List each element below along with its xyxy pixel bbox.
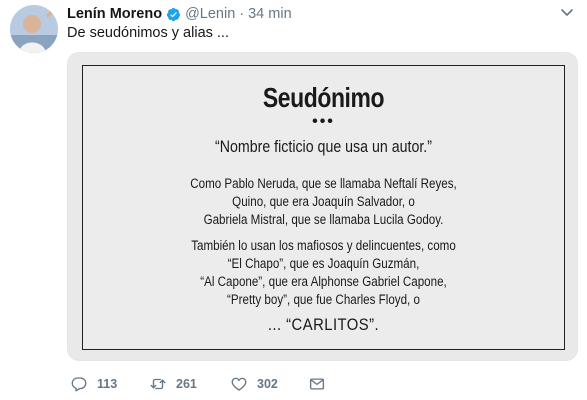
retweet-icon — [150, 378, 166, 390]
retweet-count: 261 — [176, 377, 197, 391]
avatar-photo — [10, 5, 58, 53]
tweet-image[interactable]: Seudónimo ••• “Nombre ficticio que usa u… — [67, 52, 578, 361]
tweet-text: De seudónimos y alias ... — [67, 25, 229, 41]
retweet-button[interactable]: 261 — [149, 375, 230, 393]
card-paragraph-1: Como Pablo Neruda, que se llamaba Neftal… — [117, 175, 531, 229]
tweet-header: Lenín Moreno @Lenin · 34 min — [67, 4, 577, 24]
card-paragraph-2-line: “Pretty boy”, que fue Charles Floyd, o — [227, 292, 420, 307]
like-count: 302 — [257, 377, 278, 391]
card-paragraph-2-line: “El Chapo”, que es Joaquín Guzmán, — [227, 256, 420, 271]
card-title: Seudónimo — [262, 82, 385, 113]
envelope-icon — [309, 378, 325, 390]
card-paragraph-1-line: Gabriela Mistral, que se llamaba Lucila … — [203, 212, 444, 227]
avatar[interactable] — [10, 5, 58, 53]
card-paragraph-2-line: También lo usan los mafiosos y delincuen… — [191, 238, 456, 253]
card-final-line: ... “CARLITOS”. — [267, 316, 380, 334]
direct-message-button[interactable] — [308, 375, 326, 393]
card-paragraph-1-line: Quino, que era Joaquín Salvador, o — [232, 194, 415, 209]
chevron-down-icon[interactable] — [559, 4, 575, 20]
tweet-timestamp[interactable]: 34 min — [248, 6, 292, 22]
heart-icon — [231, 377, 247, 391]
reply-count: 113 — [97, 377, 118, 391]
tweet-actions: 113 261 302 — [70, 374, 326, 394]
image-card: Seudónimo ••• “Nombre ficticio que usa u… — [82, 65, 565, 350]
card-paragraph-2-line: “Al Capone”, que era Alphonse Gabriel Ca… — [200, 274, 447, 289]
like-button[interactable]: 302 — [230, 375, 308, 393]
card-paragraph-1-line: Como Pablo Neruda, que se llamaba Neftal… — [190, 176, 457, 191]
separator-dot: · — [239, 6, 245, 22]
card-paragraph-2: También lo usan los mafiosos y delincuen… — [117, 237, 531, 309]
reply-icon — [71, 377, 87, 392]
author-name[interactable]: Lenín Moreno — [67, 6, 162, 22]
reply-button[interactable]: 113 — [70, 375, 149, 393]
verified-badge-icon — [166, 7, 181, 21]
author-handle[interactable]: @Lenin — [185, 6, 235, 22]
card-definition: “Nombre ficticio que usa un autor.” — [215, 138, 432, 156]
card-dots: ••• — [312, 113, 335, 130]
